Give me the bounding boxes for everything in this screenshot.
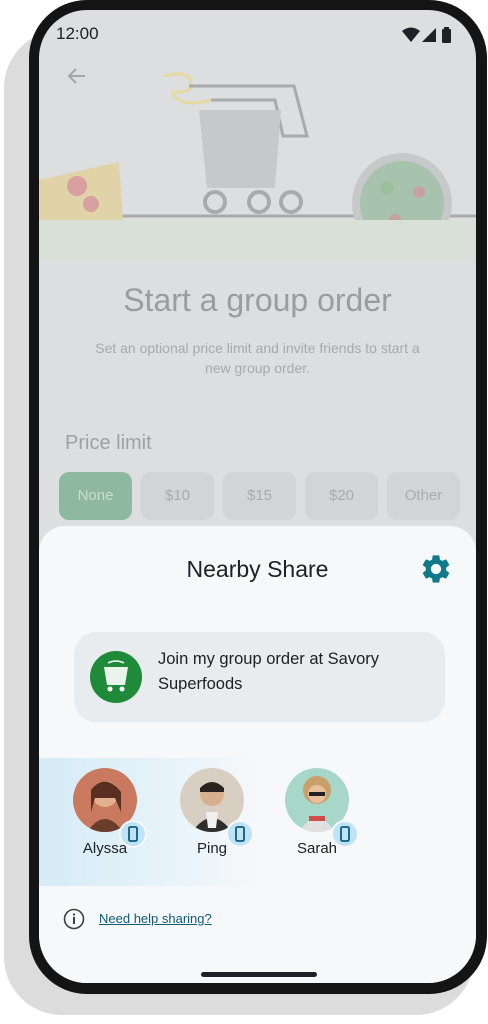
price-limit-label: Price limit bbox=[65, 432, 152, 454]
price-chip-15[interactable]: $15 bbox=[223, 472, 296, 520]
device-ping[interactable]: Ping bbox=[162, 768, 262, 857]
info-icon bbox=[63, 908, 85, 934]
shared-item-text: Join my group order at Savory Superfoods bbox=[158, 650, 380, 693]
price-chip-20[interactable]: $20 bbox=[305, 472, 378, 520]
nearby-share-sheet: Nearby Share Join my group order at Savo… bbox=[39, 526, 476, 983]
sheet-title: Nearby Share bbox=[186, 556, 329, 582]
price-chip-other[interactable]: Other bbox=[387, 472, 460, 520]
price-chip-10[interactable]: $10 bbox=[141, 472, 214, 520]
gear-icon[interactable] bbox=[419, 552, 453, 586]
device-alyssa[interactable]: Alyssa bbox=[55, 768, 155, 857]
gesture-nav-handle[interactable] bbox=[201, 972, 317, 977]
page-subtitle: Set an optional price limit and invite f… bbox=[95, 340, 420, 376]
phone-icon bbox=[226, 820, 254, 848]
nearby-devices-row: Alyssa Ping Sarah bbox=[39, 758, 476, 886]
price-chip-none[interactable]: None bbox=[59, 472, 132, 520]
device-sarah[interactable]: Sarah bbox=[267, 768, 367, 857]
phone-icon bbox=[331, 820, 359, 848]
help-link[interactable]: Need help sharing? bbox=[99, 911, 212, 926]
phone-screen: 12:00 Start a group order Set an optiona… bbox=[39, 10, 476, 983]
shared-item-card: Join my group order at Savory Superfoods bbox=[74, 632, 445, 722]
shopping-cart-icon bbox=[90, 651, 142, 703]
page-title: Start a group order bbox=[123, 282, 392, 318]
phone-icon bbox=[119, 820, 147, 848]
hero-illustration bbox=[39, 72, 476, 260]
help-row: Need help sharing? bbox=[63, 908, 212, 935]
